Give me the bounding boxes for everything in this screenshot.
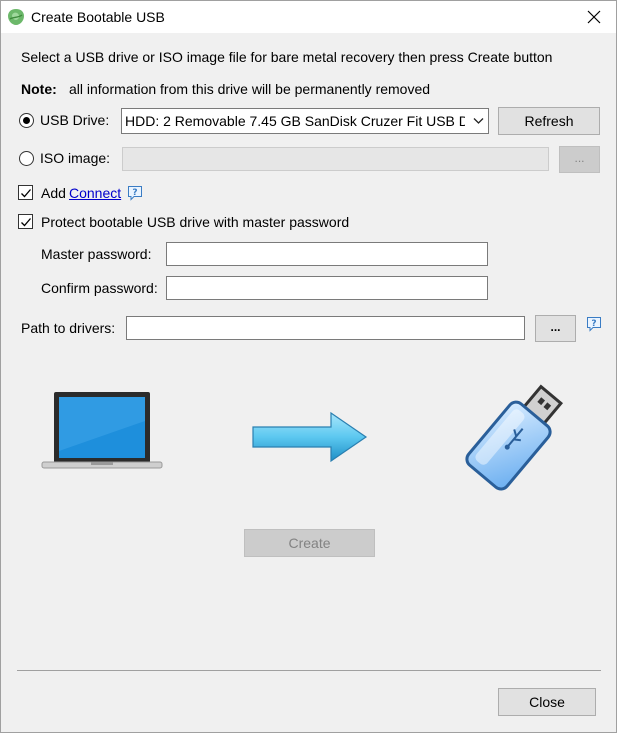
usb-stick-icon [465, 384, 564, 491]
svg-text:?: ? [132, 188, 137, 198]
create-button: Create [244, 529, 375, 557]
chevron-down-icon [473, 118, 484, 124]
svg-text:?: ? [591, 319, 596, 329]
iso-image-browse-button: ... [559, 146, 600, 173]
iso-image-path-field [122, 147, 549, 171]
app-logo-icon [7, 8, 25, 26]
refresh-button[interactable]: Refresh [498, 107, 600, 135]
iso-image-label: ISO image: [40, 150, 111, 166]
iso-image-radio[interactable] [19, 151, 34, 166]
drivers-path-label: Path to drivers: [21, 320, 116, 336]
protect-password-label: Protect bootable USB drive with master p… [41, 214, 350, 230]
usb-drive-label: USB Drive: [40, 112, 110, 128]
usb-drive-selected-value: HDD: 2 Removable 7.45 GB SanDisk Cruzer … [125, 113, 465, 129]
drivers-path-field[interactable] [126, 316, 525, 340]
arrow-right-icon [252, 411, 368, 463]
window-close-button[interactable] [572, 1, 616, 33]
note-label: Note: [21, 81, 57, 97]
checkmark-icon [21, 218, 31, 227]
close-icon [587, 10, 601, 24]
master-password-label: Master password: [41, 246, 152, 262]
usb-drive-select[interactable]: HDD: 2 Removable 7.45 GB SanDisk Cruzer … [121, 108, 489, 134]
confirm-password-label: Confirm password: [41, 280, 158, 296]
drivers-help-icon[interactable]: ? [586, 316, 602, 332]
usb-drive-radio[interactable] [19, 113, 34, 128]
add-connect-checkbox[interactable] [18, 185, 33, 200]
connect-link[interactable]: Connect [69, 185, 121, 201]
close-button[interactable]: Close [498, 688, 596, 716]
footer-divider [17, 670, 601, 671]
window-title: Create Bootable USB [31, 9, 165, 25]
master-password-field[interactable] [166, 242, 488, 266]
laptop-icon [41, 392, 163, 469]
confirm-password-field[interactable] [166, 276, 488, 300]
title-bar: Create Bootable USB [1, 1, 616, 33]
note-text: all information from this drive will be … [69, 81, 431, 97]
instructions-text: Select a USB drive or ISO image file for… [21, 49, 553, 65]
drivers-browse-button[interactable]: ... [535, 315, 576, 342]
protect-password-checkbox[interactable] [18, 214, 33, 229]
add-connect-label: Add [41, 185, 66, 201]
checkmark-icon [21, 189, 31, 198]
connect-help-icon[interactable]: ? [127, 185, 143, 201]
create-bootable-usb-dialog: Create Bootable USB Select a USB drive o… [0, 0, 617, 733]
